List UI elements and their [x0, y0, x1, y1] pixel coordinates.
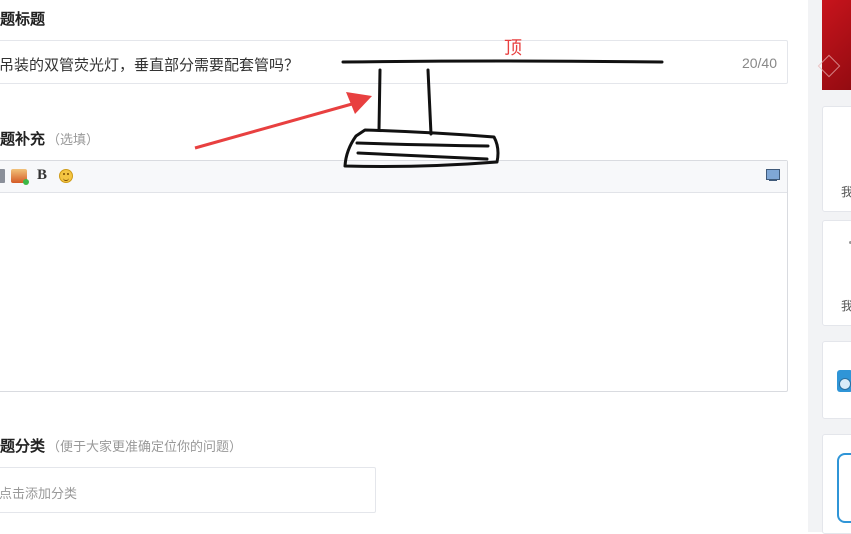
sidebar-card-2[interactable]: 我 — [822, 220, 851, 326]
sidebar-card-1[interactable]: 我 — [822, 106, 851, 212]
device-icon — [837, 453, 851, 523]
question-form: 题标题 吊装的双管荧光灯，垂直部分需要配套管吗？ 20/40 题补充 （选填） B… — [0, 0, 808, 532]
title-heading: 题标题 — [0, 8, 45, 29]
annotation-label: 顶 — [504, 38, 522, 59]
supplement-hint: （选填） — [47, 133, 100, 148]
image-icon[interactable] — [11, 169, 29, 185]
sidebar-card-2-label: 我 — [841, 299, 851, 313]
supplement-heading-text: 题补充 — [0, 130, 46, 148]
sidebar-banner[interactable] — [822, 0, 851, 90]
sidebar-card-3[interactable] — [822, 341, 851, 419]
category-heading-text: 题分类 — [0, 437, 46, 455]
category-input[interactable]: 点击添加分类 — [0, 467, 376, 513]
screen-icon[interactable] — [766, 169, 780, 181]
supplement-heading: 题补充 （选填） — [0, 128, 99, 149]
editor-toolbar: B — [0, 161, 787, 193]
supplement-editor[interactable]: B — [0, 160, 788, 392]
app-icon — [837, 370, 851, 392]
title-heading-text: 题标题 — [0, 10, 46, 28]
category-placeholder: 点击添加分类 — [0, 487, 78, 502]
title-char-counter: 20/40 — [741, 55, 777, 71]
emoji-icon[interactable] — [59, 169, 73, 183]
sidebar-card-4[interactable] — [822, 434, 851, 534]
category-hint: （便于大家更准确定位你的问题） — [47, 440, 243, 455]
sidebar-card-1-label: 我 — [841, 185, 851, 199]
title-input-value: 吊装的双管荧光灯，垂直部分需要配套管吗？ — [0, 56, 300, 74]
bold-icon[interactable]: B — [37, 167, 47, 184]
list-icon[interactable] — [0, 169, 5, 183]
category-heading: 题分类 （便于大家更准确定位你的问题） — [0, 435, 242, 456]
title-input[interactable]: 吊装的双管荧光灯，垂直部分需要配套管吗？ 20/40 — [0, 40, 788, 84]
